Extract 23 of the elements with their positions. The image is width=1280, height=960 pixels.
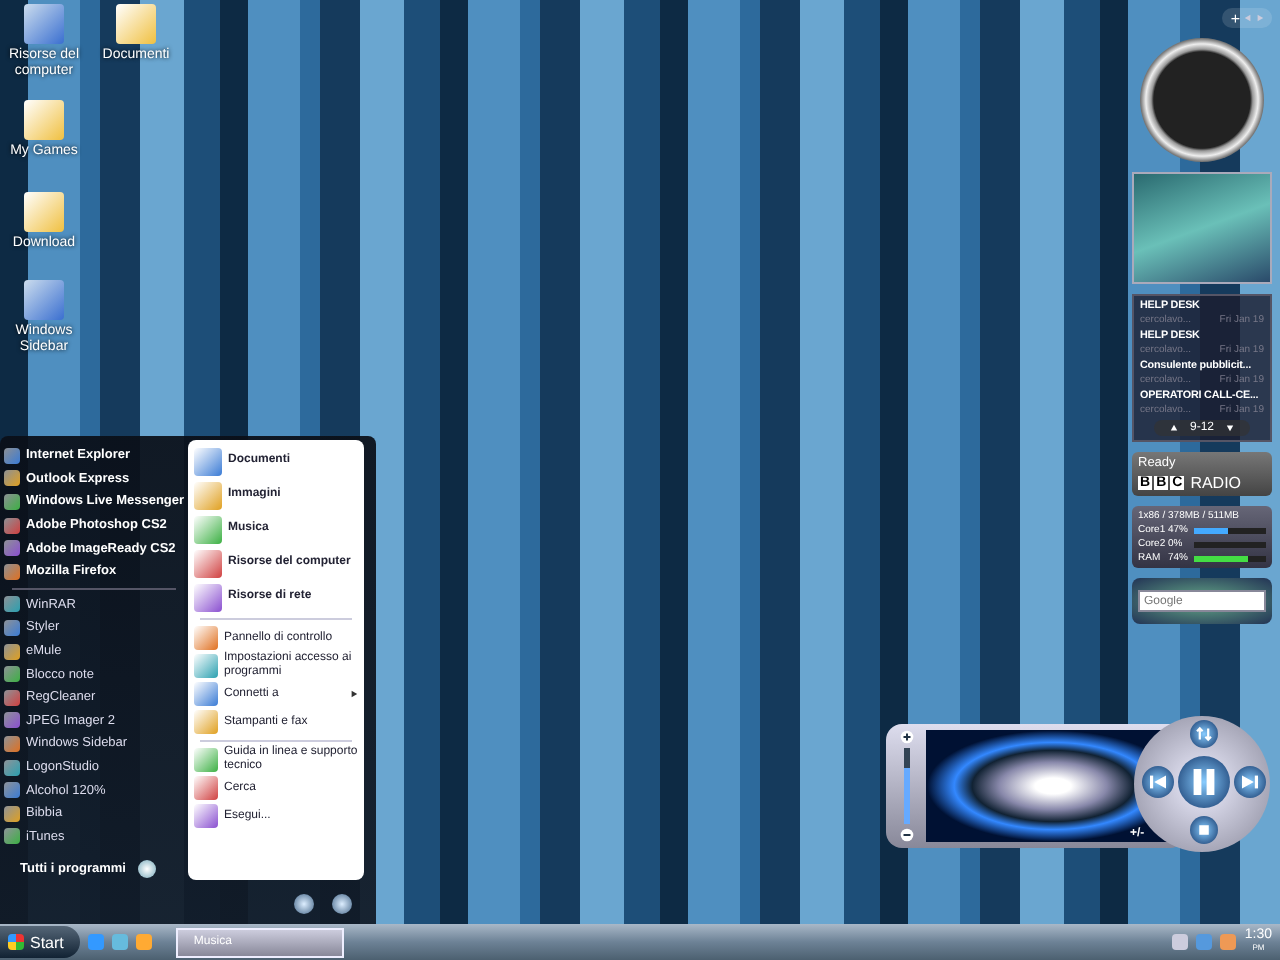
up-arrow-icon[interactable]: [1169, 424, 1178, 432]
app-icon: [194, 583, 222, 611]
app-icon: [194, 748, 218, 772]
app-icon: [194, 626, 218, 650]
minus-icon[interactable]: [899, 828, 913, 842]
app-icon: [194, 481, 222, 509]
app-icon: [194, 515, 222, 543]
photo-placeholder: [1132, 172, 1272, 284]
volume-track[interactable]: [903, 748, 909, 824]
app-icon: [194, 710, 218, 734]
app-icon: [194, 447, 222, 475]
app-icon: [194, 682, 218, 706]
add-gadget-button[interactable]: +: [1230, 9, 1240, 27]
windows-logo-icon: [8, 934, 24, 950]
submenu-arrow-icon: [350, 690, 358, 698]
app-icon: [194, 549, 222, 577]
app-icon: [194, 654, 218, 678]
plus-icon[interactable]: [899, 730, 913, 744]
down-arrow-icon[interactable]: [1226, 424, 1234, 432]
start-button[interactable]: Start: [0, 926, 80, 958]
app-icon: [194, 804, 218, 828]
logo-word: RADIO: [1190, 474, 1242, 492]
app-icon: [194, 776, 218, 800]
